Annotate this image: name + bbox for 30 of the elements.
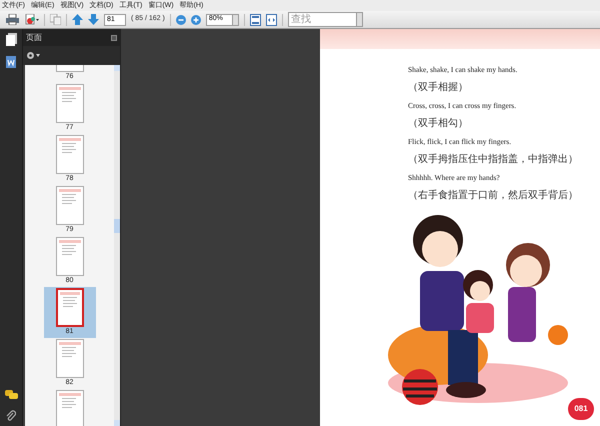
fit-width-icon[interactable] bbox=[266, 14, 277, 26]
search-field[interactable]: 查找 bbox=[288, 12, 357, 27]
scrollbar[interactable] bbox=[114, 65, 120, 426]
page-thumbnail[interactable] bbox=[56, 135, 84, 174]
zoom-in-icon[interactable] bbox=[190, 14, 201, 24]
copy-icon[interactable] bbox=[50, 14, 61, 25]
gear-icon[interactable] bbox=[26, 51, 40, 60]
panel-menu-button[interactable] bbox=[111, 34, 117, 40]
print-icon[interactable] bbox=[6, 14, 19, 25]
instruction-line: （双手相握） bbox=[408, 83, 469, 93]
page-thumbnail[interactable] bbox=[56, 237, 84, 276]
paperclip-icon[interactable] bbox=[6, 410, 16, 422]
instruction-line: （双手相勾） bbox=[408, 119, 469, 129]
up-arrow-icon[interactable] bbox=[72, 14, 83, 25]
page-thumbnail[interactable] bbox=[56, 186, 84, 225]
instruction-line: （右手食指置于口前，然后双手背后） bbox=[408, 191, 579, 201]
fit-page-icon[interactable] bbox=[250, 14, 261, 26]
page-thumbnail[interactable] bbox=[56, 84, 84, 123]
comments-icon[interactable] bbox=[4, 390, 18, 400]
page-thumbnail[interactable] bbox=[56, 288, 84, 327]
instruction-line: （双手拇指压住中指指盖，中指弹出） bbox=[408, 155, 579, 165]
panel-title: 页面 bbox=[26, 32, 42, 44]
page-number-badge: 081 bbox=[568, 398, 594, 420]
page-thumbnail[interactable] bbox=[56, 339, 84, 378]
zoom-out-icon[interactable] bbox=[176, 14, 186, 24]
share-icon[interactable] bbox=[24, 14, 39, 25]
document-icon[interactable] bbox=[6, 56, 16, 68]
pages-icon[interactable] bbox=[6, 33, 16, 46]
page-thumbnail[interactable] bbox=[56, 390, 84, 426]
down-arrow-icon[interactable] bbox=[88, 14, 99, 25]
